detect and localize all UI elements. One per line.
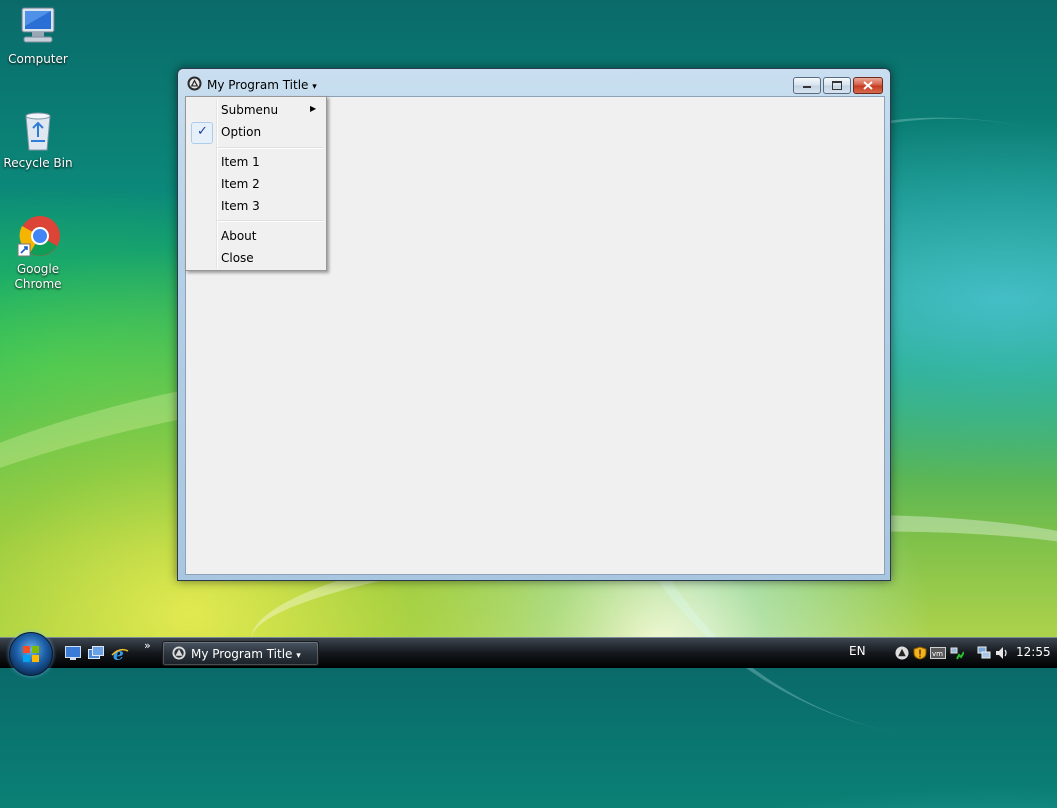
window-titlebar[interactable]: My Program Title ▾ bbox=[178, 69, 890, 97]
menu-item-label: Close bbox=[221, 251, 254, 265]
submenu-arrow-icon: ▶ bbox=[310, 104, 317, 113]
network-icon[interactable] bbox=[977, 646, 991, 660]
desktop-icon-computer[interactable]: Computer bbox=[0, 4, 76, 67]
minimize-icon bbox=[803, 86, 811, 88]
menu-separator bbox=[217, 147, 323, 149]
taskbar-dropdown-arrow-icon: ▾ bbox=[296, 651, 301, 661]
app-icon[interactable] bbox=[187, 76, 202, 91]
recycle-bin-icon bbox=[16, 108, 60, 152]
language-indicator[interactable]: EN bbox=[849, 644, 866, 658]
network-status-icon[interactable] bbox=[950, 646, 965, 660]
menu-item-option[interactable]: ✓ Option bbox=[188, 121, 324, 144]
maximize-button[interactable] bbox=[823, 77, 851, 94]
desktop-icon-google-chrome[interactable]: Google Chrome bbox=[0, 214, 76, 292]
checkmark-frame: ✓ bbox=[191, 122, 213, 144]
menu-item-label: Item 2 bbox=[221, 177, 260, 191]
app-icon bbox=[172, 646, 186, 660]
chrome-icon bbox=[16, 214, 60, 258]
menu-item-label: About bbox=[221, 229, 257, 243]
desktop-icon-label: Google Chrome bbox=[14, 262, 62, 291]
taskbar-button-label: My Program Title ▾ bbox=[191, 647, 301, 661]
window-title[interactable]: My Program Title ▾ bbox=[207, 78, 317, 92]
window-menu: Submenu ▶ ✓ Option Item 1 Item 2 Item 3 … bbox=[185, 96, 327, 271]
title-dropdown-arrow-icon: ▾ bbox=[312, 82, 317, 92]
vmware-tools-icon[interactable]: vm bbox=[930, 646, 946, 660]
window-title-label: My Program Title bbox=[207, 78, 309, 92]
show-desktop-button[interactable] bbox=[65, 646, 81, 660]
menu-item-label: Option bbox=[221, 125, 262, 139]
menu-item-label: Item 1 bbox=[221, 155, 260, 169]
desktop-icon-recycle-bin[interactable]: Recycle Bin bbox=[0, 108, 76, 171]
internet-explorer-button[interactable]: e bbox=[111, 645, 129, 665]
desktop-icon-label: Computer bbox=[8, 52, 68, 66]
windows-logo-icon bbox=[23, 646, 39, 662]
menu-item-submenu[interactable]: Submenu ▶ bbox=[188, 99, 324, 121]
menu-item-label: Submenu bbox=[221, 103, 279, 117]
show-desktop-icon bbox=[65, 646, 81, 660]
checkmark-icon: ✓ bbox=[197, 124, 208, 139]
security-shield-icon[interactable] bbox=[913, 646, 927, 660]
volume-icon[interactable] bbox=[995, 646, 1009, 660]
quick-launch-more-icon[interactable]: » bbox=[144, 639, 151, 652]
taskbar-button-my-program[interactable]: My Program Title ▾ bbox=[162, 641, 319, 666]
menu-separator bbox=[217, 220, 323, 222]
menu-item-close[interactable]: Close bbox=[188, 247, 324, 269]
close-icon bbox=[863, 81, 873, 90]
menu-item-item-3[interactable]: Item 3 bbox=[188, 195, 324, 217]
taskbar: e » My Program Title ▾ EN vm 12:55 bbox=[0, 632, 1057, 676]
taskbar-button-title: My Program Title bbox=[191, 647, 293, 661]
close-button[interactable] bbox=[853, 77, 883, 94]
menu-item-item-1[interactable]: Item 1 bbox=[188, 151, 324, 173]
computer-icon bbox=[16, 4, 60, 48]
desktop-icon-label: Recycle Bin bbox=[3, 156, 73, 170]
switch-windows-button[interactable] bbox=[88, 646, 104, 660]
switch-windows-icon bbox=[88, 646, 104, 659]
tray-app-icon[interactable] bbox=[895, 646, 909, 660]
svg-text:e: e bbox=[113, 646, 124, 662]
minimize-button[interactable] bbox=[793, 77, 821, 94]
start-button[interactable] bbox=[9, 632, 53, 676]
maximize-icon bbox=[832, 81, 842, 90]
menu-item-item-2[interactable]: Item 2 bbox=[188, 173, 324, 195]
svg-text:vm: vm bbox=[932, 650, 943, 658]
internet-explorer-icon: e bbox=[111, 645, 129, 665]
menu-item-label: Item 3 bbox=[221, 199, 260, 213]
menu-item-about[interactable]: About bbox=[188, 225, 324, 247]
clock[interactable]: 12:55 bbox=[1016, 645, 1051, 659]
